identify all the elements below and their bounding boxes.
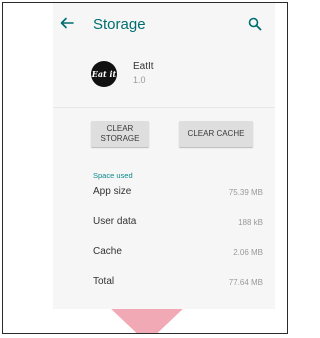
- app-version: 1.0: [133, 75, 146, 85]
- clear-cache-button[interactable]: CLEAR CACHE: [179, 121, 253, 147]
- app-bar: Storage: [53, 3, 275, 49]
- divider: [53, 107, 275, 108]
- clear-storage-label-line2: STORAGE: [100, 134, 140, 143]
- page-title: Storage: [93, 16, 146, 33]
- app-logo-text: Eat it: [91, 69, 117, 79]
- cache-value: 2.06 MB: [233, 248, 263, 257]
- app-name: EatIt: [133, 61, 154, 72]
- clear-storage-label-line1: CLEAR: [106, 124, 134, 133]
- cache-label: Cache: [93, 246, 122, 257]
- app-size-label: App size: [93, 186, 132, 197]
- user-data-value: 188 kB: [238, 218, 263, 227]
- storage-screen: Storage Eat it EatIt 1.0 CLEAR STORAGE C…: [53, 3, 275, 309]
- clear-storage-button[interactable]: CLEAR STORAGE: [91, 121, 149, 147]
- app-size-value: 75.39 MB: [228, 188, 263, 197]
- user-data-label: User data: [93, 216, 137, 227]
- app-logo: Eat it: [91, 61, 117, 87]
- total-value: 77.64 MB: [228, 278, 263, 287]
- search-icon[interactable]: [247, 16, 263, 32]
- outer-frame: Storage Eat it EatIt 1.0 CLEAR STORAGE C…: [2, 2, 288, 334]
- decorative-pink-wedge-bottom: [107, 305, 187, 333]
- arrow-left-icon[interactable]: [59, 15, 75, 31]
- total-label: Total: [93, 276, 115, 287]
- space-used-header: Space used: [93, 171, 133, 180]
